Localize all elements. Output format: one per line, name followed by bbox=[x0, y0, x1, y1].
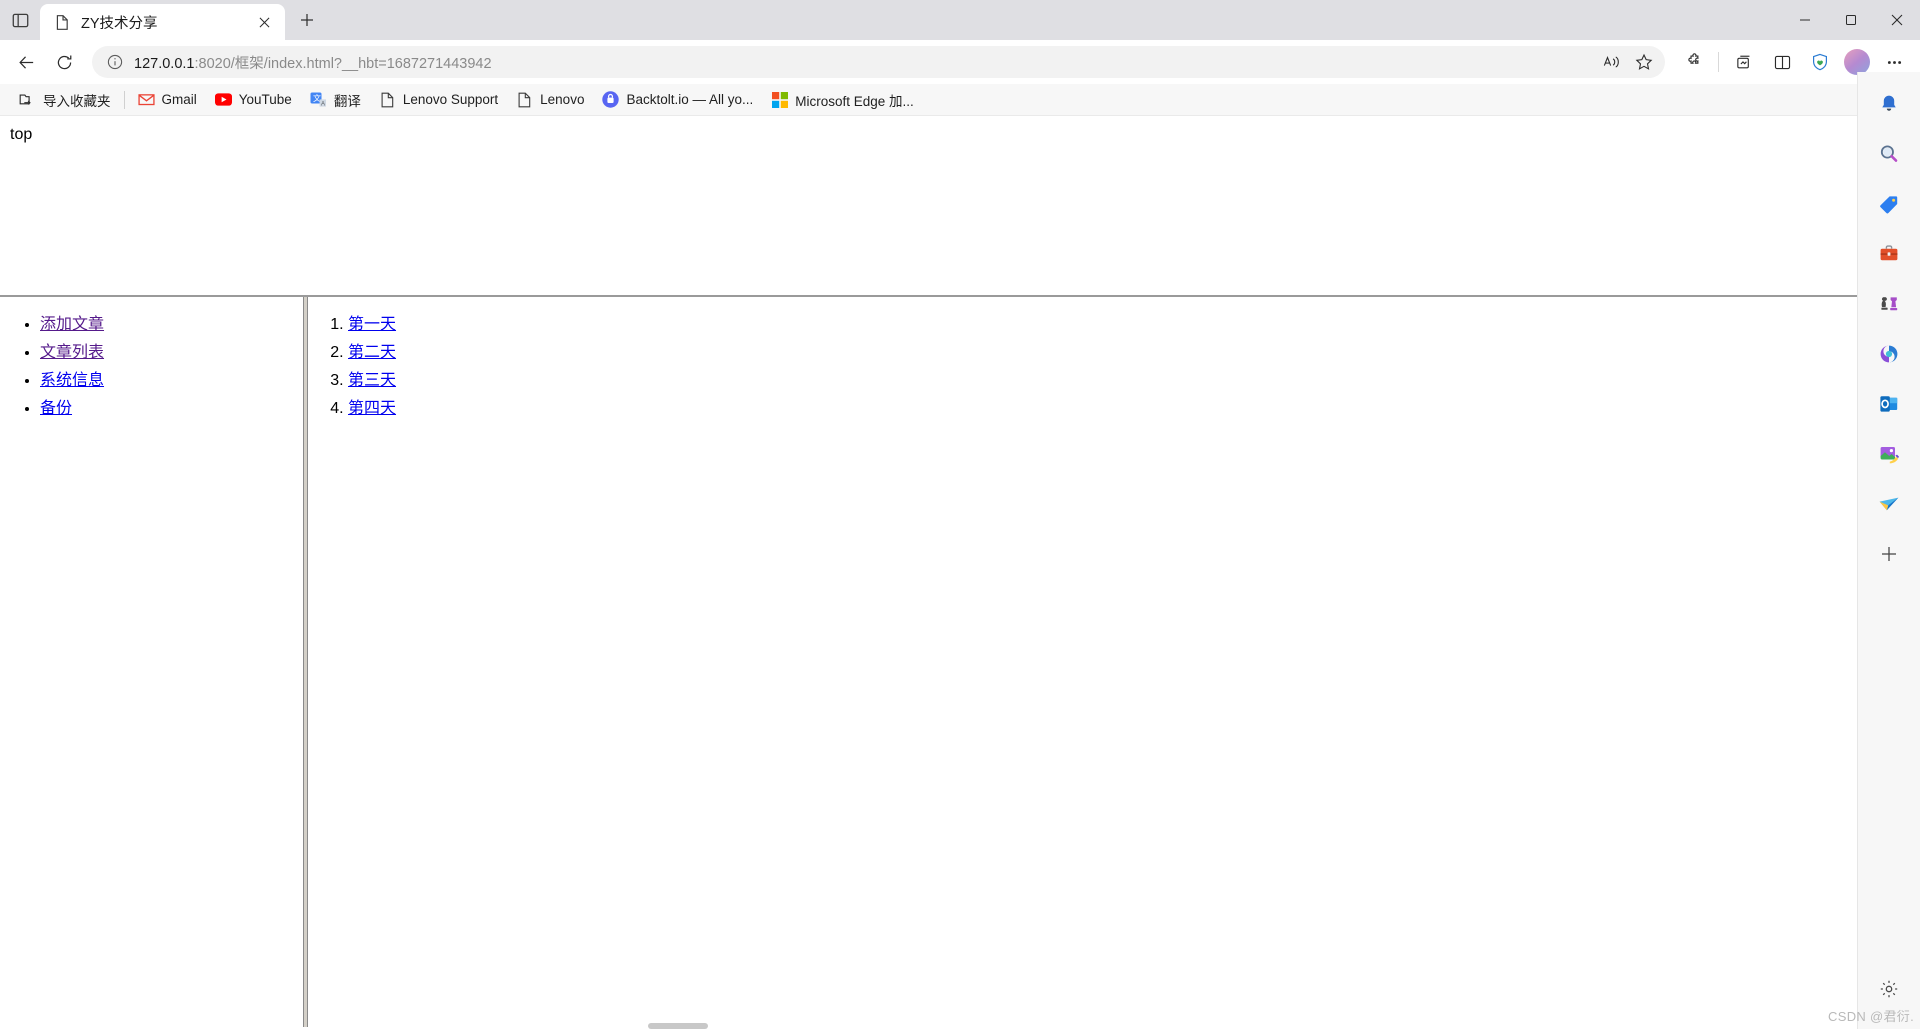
bookmark-label: Gmail bbox=[161, 92, 197, 107]
gmail-icon bbox=[137, 91, 155, 108]
search-magnifier-icon[interactable] bbox=[1869, 134, 1909, 174]
frame-left-menu: 添加文章 文章列表 系统信息 备份 bbox=[0, 297, 303, 1027]
tab-strip: ZY技术分享 bbox=[0, 0, 325, 40]
gear-icon[interactable] bbox=[1869, 969, 1909, 1009]
link-day-3[interactable]: 第三天 bbox=[348, 370, 396, 389]
bookmark-lenovo-support[interactable]: Lenovo Support bbox=[370, 87, 507, 112]
top-frame-text: top bbox=[10, 126, 33, 143]
bookmarks-divider bbox=[123, 90, 125, 109]
bookmark-youtube[interactable]: YouTube bbox=[206, 87, 301, 112]
star-icon[interactable] bbox=[1629, 47, 1659, 77]
link-day-4[interactable]: 第四天 bbox=[348, 398, 396, 417]
new-tab-button[interactable] bbox=[289, 2, 325, 38]
shopping-tag-icon[interactable] bbox=[1869, 184, 1909, 224]
title-bar: ZY技术分享 bbox=[0, 0, 1920, 40]
puzzle-icon[interactable] bbox=[1675, 44, 1711, 80]
page-icon bbox=[379, 91, 396, 108]
address-bar-actions bbox=[1597, 47, 1659, 77]
list-item: 备份 bbox=[40, 397, 303, 419]
bookmark-microsoft-edge[interactable]: Microsoft Edge 加... bbox=[762, 86, 923, 114]
bookmark-label: 翻译 bbox=[333, 93, 361, 109]
link-backup[interactable]: 备份 bbox=[40, 398, 72, 417]
bookmark-label: Lenovo Support bbox=[402, 92, 499, 107]
window-controls bbox=[1782, 0, 1920, 40]
list-item: 文章列表 bbox=[40, 341, 303, 363]
watermark: CSDN @君衍. bbox=[1828, 1009, 1914, 1024]
page-icon bbox=[54, 14, 71, 31]
bookmark-import-favorites[interactable]: 导入收藏夹 bbox=[10, 86, 120, 114]
bookmark-lenovo[interactable]: Lenovo bbox=[507, 87, 593, 112]
bookmark-translate[interactable]: 文 A 翻译 bbox=[301, 86, 370, 114]
page-viewport: top 添加文章 文章列表 系统信息 备份 bbox=[0, 116, 1857, 1029]
bookmark-gmail[interactable]: Gmail bbox=[129, 87, 206, 112]
url-host: 127.0.0.1 bbox=[134, 55, 195, 72]
add-plus-icon[interactable] bbox=[1869, 534, 1909, 574]
bookmark-backtolt[interactable]: Backtolt.io — All yo... bbox=[593, 87, 762, 112]
bookmark-label: YouTube bbox=[238, 92, 292, 107]
close-icon[interactable] bbox=[251, 9, 277, 35]
tab-list-button[interactable] bbox=[0, 0, 40, 40]
image-creator-icon[interactable] bbox=[1869, 434, 1909, 474]
url-path: :8020/框架/index.html?__hbt=1687271443942 bbox=[194, 55, 492, 72]
bookmark-label: 导入收藏夹 bbox=[43, 93, 111, 109]
day-list: 第一天 第二天 第三天 第四天 bbox=[308, 313, 1857, 419]
link-system-info[interactable]: 系统信息 bbox=[40, 370, 104, 389]
youtube-icon bbox=[214, 91, 232, 108]
collections-icon[interactable] bbox=[1726, 44, 1762, 80]
notifications-bell-icon[interactable] bbox=[1869, 84, 1909, 124]
info-circle-icon[interactable] bbox=[104, 51, 126, 73]
list-item: 系统信息 bbox=[40, 369, 303, 391]
split-screen-icon[interactable] bbox=[1764, 44, 1800, 80]
drop-paperplane-icon[interactable] bbox=[1869, 484, 1909, 524]
refresh-icon[interactable] bbox=[46, 44, 82, 80]
browser-window: ZY技术分享 127.0.0.1:8020/框架/index.html?__hb… bbox=[0, 0, 1920, 1029]
bookmarks-bar: 导入收藏夹 Gmail YouTube 文 A 翻译 Lenovo Suppor… bbox=[0, 84, 1920, 116]
tab-title: ZY技术分享 bbox=[81, 15, 158, 32]
back-arrow-icon[interactable] bbox=[8, 44, 44, 80]
read-aloud-icon[interactable] bbox=[1597, 47, 1627, 77]
frame-row: 添加文章 文章列表 系统信息 备份 第一天 bbox=[0, 297, 1857, 1027]
menu-list: 添加文章 文章列表 系统信息 备份 bbox=[0, 313, 303, 419]
svg-text:A: A bbox=[321, 101, 325, 107]
import-favorites-icon bbox=[19, 91, 36, 108]
tools-briefcase-icon[interactable] bbox=[1869, 234, 1909, 274]
address-bar-url: 127.0.0.1:8020/框架/index.html?__hbt=16872… bbox=[126, 52, 1597, 73]
list-item: 第四天 bbox=[348, 397, 1857, 419]
horizontal-scrollbar-thumb[interactable] bbox=[648, 1023, 708, 1029]
list-item: 第三天 bbox=[348, 369, 1857, 391]
close-window-icon[interactable] bbox=[1874, 0, 1920, 40]
browser-tab[interactable]: ZY技术分享 bbox=[40, 4, 285, 40]
bookmark-label: Microsoft Edge 加... bbox=[795, 93, 914, 109]
maximize-icon[interactable] bbox=[1828, 0, 1874, 40]
address-bar[interactable]: 127.0.0.1:8020/框架/index.html?__hbt=16872… bbox=[92, 46, 1665, 78]
shield-heart-icon[interactable] bbox=[1802, 44, 1838, 80]
link-day-2[interactable]: 第二天 bbox=[348, 342, 396, 361]
link-day-1[interactable]: 第一天 bbox=[348, 314, 396, 333]
link-article-list[interactable]: 文章列表 bbox=[40, 342, 104, 361]
toolbar-divider bbox=[1718, 52, 1719, 72]
page-icon bbox=[516, 91, 533, 108]
list-item: 第二天 bbox=[348, 341, 1857, 363]
translate-icon: 文 A bbox=[310, 91, 327, 108]
navigation-toolbar: 127.0.0.1:8020/框架/index.html?__hbt=16872… bbox=[0, 40, 1920, 84]
bookmark-label: Lenovo bbox=[540, 92, 585, 107]
backtolt-icon bbox=[602, 91, 620, 108]
bookmark-label: Backtolt.io — All yo... bbox=[626, 92, 754, 107]
list-item: 第一天 bbox=[348, 313, 1857, 335]
list-item: 添加文章 bbox=[40, 313, 303, 335]
games-chess-icon[interactable] bbox=[1869, 284, 1909, 324]
microsoft-icon bbox=[771, 91, 788, 108]
frame-top: top bbox=[0, 116, 1857, 297]
outlook-icon[interactable] bbox=[1869, 384, 1909, 424]
frame-right-content: 第一天 第二天 第三天 第四天 bbox=[308, 297, 1857, 1027]
minimize-icon[interactable] bbox=[1782, 0, 1828, 40]
microsoft-365-icon[interactable] bbox=[1869, 334, 1909, 374]
link-add-article[interactable]: 添加文章 bbox=[40, 314, 104, 333]
edge-sidebar bbox=[1857, 72, 1920, 1029]
